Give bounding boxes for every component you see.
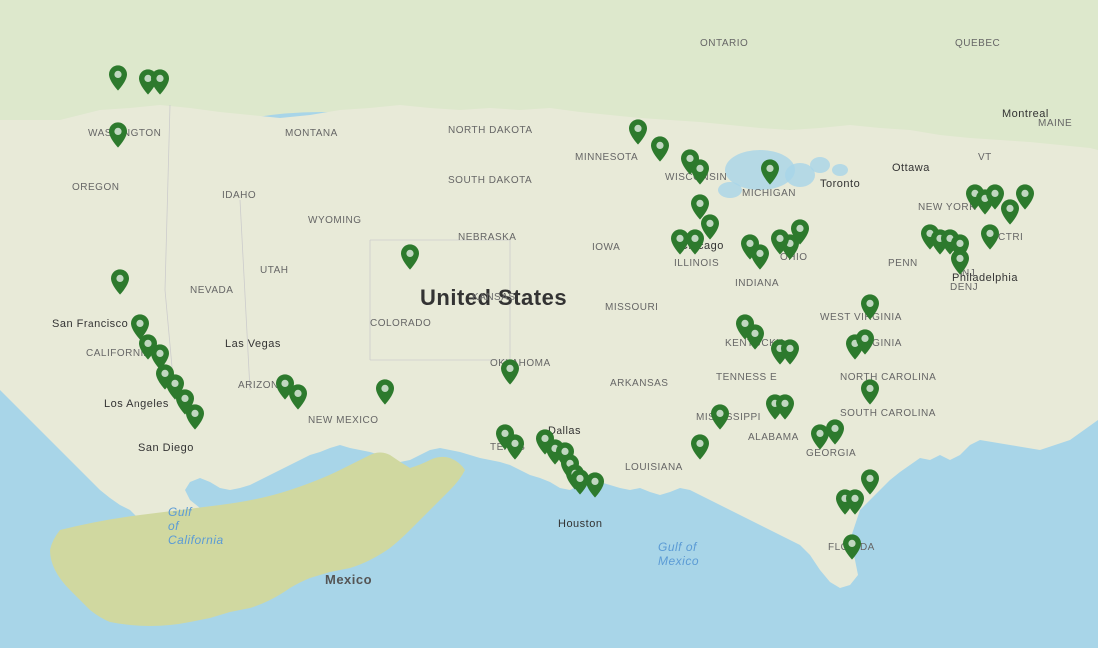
map-pin-pin-nm1[interactable] [376, 379, 394, 405]
map-pin-pin-tx2[interactable] [506, 434, 524, 460]
map-pin-pin-nj1[interactable] [981, 224, 999, 250]
map-pin-pin-nc2[interactable] [856, 329, 874, 355]
map-pin-pin-mn1[interactable] [629, 119, 647, 145]
map-pin-pin-md1[interactable] [951, 249, 969, 275]
map-pin-pin-la1[interactable] [691, 434, 709, 460]
map-pin-pin-al2[interactable] [776, 394, 794, 420]
map-pin-pin-ms1[interactable] [711, 404, 729, 430]
map-pin-pin-il4[interactable] [671, 229, 689, 255]
map-pin-pin-co1[interactable] [401, 244, 419, 270]
map-pin-pin-sc1[interactable] [861, 379, 879, 405]
map-pin-pin-wi2[interactable] [691, 159, 709, 185]
map-container: United States COLORADO WASHINGTON OREGON… [0, 0, 1098, 648]
map-pin-pin-va1[interactable] [861, 294, 879, 320]
map-pin-pin-ma1[interactable] [1016, 184, 1034, 210]
map-pin-pin-ok1[interactable] [501, 359, 519, 385]
map-pin-pin-az2[interactable] [289, 384, 307, 410]
map-pin-pin-fl4[interactable] [861, 469, 879, 495]
map-pin-pin-mi1[interactable] [761, 159, 779, 185]
map-pin-pin-fl3[interactable] [843, 534, 861, 560]
map-pin-pin-ca1[interactable] [111, 269, 129, 295]
map-pin-pin-oh3[interactable] [771, 229, 789, 255]
map-pin-pin-tn2[interactable] [781, 339, 799, 365]
map-pin-pin-wa1[interactable] [109, 65, 127, 91]
map-pin-pin-wa4[interactable] [109, 122, 127, 148]
map-pin-pin-mn2[interactable] [651, 136, 669, 162]
map-pin-pin-in2[interactable] [751, 244, 769, 270]
map-pin-pin-ky2[interactable] [746, 324, 764, 350]
map-svg [0, 0, 1098, 648]
map-pin-pin-tx9[interactable] [586, 472, 604, 498]
map-pin-pin-ga2[interactable] [826, 419, 844, 445]
map-pin-pin-wa3[interactable] [151, 69, 169, 95]
map-pin-pin-ca8[interactable] [186, 404, 204, 430]
